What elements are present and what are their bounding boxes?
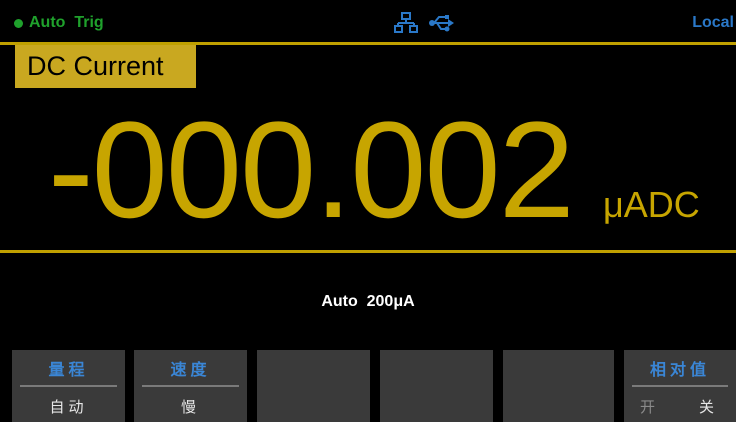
- softkey-bar: 量程 自动 速度 慢 相对值 开 关: [0, 350, 736, 422]
- softkey-empty-4[interactable]: [380, 350, 493, 422]
- trigger-label: Auto Trig: [29, 14, 104, 31]
- range-info: Auto 200μA: [321, 293, 415, 310]
- trigger-indicator-icon: [14, 18, 23, 28]
- trigger-status: Auto Trig: [14, 14, 104, 32]
- softkey-range[interactable]: 量程 自动: [12, 350, 125, 422]
- connection-icons: [394, 12, 454, 34]
- softkey-empty-5[interactable]: [503, 350, 614, 422]
- softkey-speed-value: 慢: [180, 398, 200, 416]
- network-icon: [394, 12, 418, 33]
- softkey-divider: [20, 385, 117, 387]
- status-bar: Auto Trig Local: [0, 0, 736, 42]
- remote-status: Local: [692, 14, 734, 31]
- softkey-empty-3[interactable]: [257, 350, 370, 422]
- softkey-relative-title: 相对值: [649, 360, 710, 379]
- softkey-divider: [142, 385, 239, 387]
- relative-off-option: 关: [698, 398, 714, 416]
- softkey-relative[interactable]: 相对值 开 关: [624, 350, 736, 422]
- softkey-divider: [632, 385, 728, 387]
- main-reading: -000.002: [48, 94, 575, 247]
- reading-unit: μADC: [603, 184, 700, 225]
- softkey-range-value: 自动: [49, 398, 88, 416]
- middle-divider: [0, 250, 736, 253]
- softkey-range-title: 量程: [48, 360, 89, 379]
- function-label: DC Current: [15, 45, 196, 88]
- relative-toggle: 开 关: [624, 397, 736, 417]
- usb-icon: [429, 15, 454, 32]
- softkey-speed-title: 速度: [170, 360, 211, 379]
- softkey-speed[interactable]: 速度 慢: [134, 350, 247, 422]
- relative-on-option: 开: [640, 398, 656, 416]
